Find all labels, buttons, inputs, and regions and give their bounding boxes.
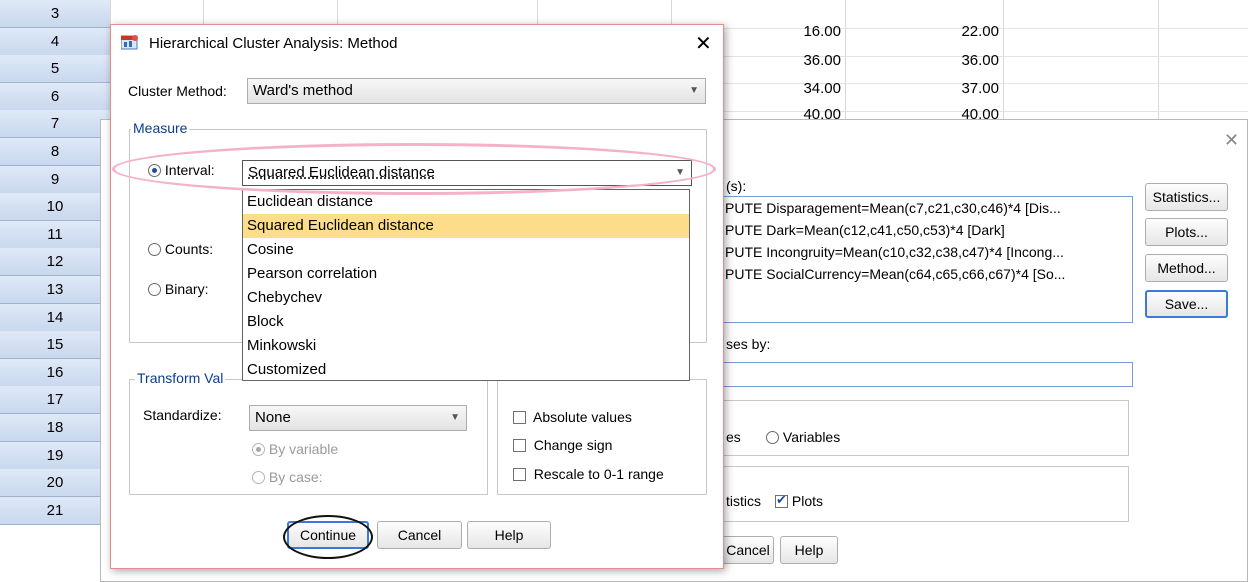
statistics-checkbox-label[interactable]: tistics	[726, 493, 761, 509]
cell-value[interactable]: 36.00	[760, 50, 845, 71]
radio-icon	[252, 443, 265, 456]
cell-value[interactable]: 34.00	[760, 78, 845, 99]
row-header[interactable]: 20	[0, 469, 110, 497]
close-icon[interactable]: ✕	[1224, 130, 1239, 151]
chevron-down-icon: ▼	[450, 412, 460, 423]
row-header[interactable]: 16	[0, 359, 110, 387]
absolute-values-checkbox[interactable]: Absolute values	[513, 409, 632, 425]
label-cases-field[interactable]	[718, 362, 1133, 387]
checkbox-icon	[513, 439, 526, 452]
cell-value[interactable]: 37.00	[918, 78, 1003, 99]
standardize-label: Standardize:	[143, 407, 222, 423]
cell-value[interactable]: 36.00	[918, 50, 1003, 71]
close-icon[interactable]: ✕	[695, 31, 712, 56]
variables-radio[interactable]: Variables	[766, 429, 840, 445]
variables-label: (s):	[726, 178, 747, 194]
label-cases-label: ses by:	[726, 336, 771, 352]
by-case-radio[interactable]: By case:	[252, 469, 323, 485]
row-header[interactable]: 4	[0, 28, 110, 56]
counts-label: Counts:	[164, 241, 214, 257]
method-button[interactable]: Method...	[1145, 254, 1228, 282]
standardize-select[interactable]: None ▼	[249, 405, 467, 431]
counts-radio[interactable]: Counts:	[148, 241, 213, 257]
variables-radio-label: Variables	[782, 429, 841, 445]
row-header[interactable]: 19	[0, 442, 110, 470]
checkbox-icon	[513, 468, 526, 481]
row-header[interactable]: 14	[0, 304, 110, 332]
dropdown-option[interactable]: Customized	[243, 358, 689, 382]
chevron-down-icon: ▼	[689, 85, 699, 96]
method-dialog: Hierarchical Cluster Analysis: Method ✕ …	[110, 24, 724, 569]
rescale-label: Rescale to 0-1 range	[533, 466, 664, 482]
cluster-method-label: Cluster Method:	[128, 83, 227, 99]
binary-label: Binary:	[164, 281, 209, 297]
cell-value[interactable]: 22.00	[918, 21, 1003, 42]
row-header[interactable]: 6	[0, 83, 110, 111]
variables-listbox[interactable]: PUTE Disparagement=Mean(c7,c21,c30,c46)*…	[718, 196, 1133, 323]
by-variable-radio[interactable]: By variable	[252, 441, 338, 457]
rescale-checkbox[interactable]: Rescale to 0-1 range	[513, 466, 664, 482]
radio-icon	[252, 471, 265, 484]
list-item[interactable]: PUTE Dark=Mean(c12,c41,c50,c53)*4 [Dark]	[725, 219, 1132, 241]
standardize-value: None	[255, 409, 291, 426]
highlight-ellipse	[283, 515, 373, 559]
help-button[interactable]: Help	[780, 536, 838, 564]
cancel-button[interactable]: Cancel	[722, 536, 774, 564]
change-sign-label: Change sign	[533, 437, 613, 453]
measure-title: Measure	[131, 120, 190, 136]
row-header[interactable]: 10	[0, 193, 110, 221]
radio-icon	[148, 243, 161, 256]
cell-value[interactable]: 40.00	[918, 104, 1003, 119]
plots-checkbox-label: Plots	[791, 493, 824, 509]
row-header[interactable]: 17	[0, 386, 110, 414]
title-bar: Hierarchical Cluster Analysis: Method ✕	[111, 25, 723, 61]
row-header[interactable]: 11	[0, 221, 110, 249]
dropdown-option[interactable]: Cosine	[243, 238, 689, 262]
cluster-method-select[interactable]: Ward's method ▼	[247, 78, 706, 104]
help-button[interactable]: Help	[467, 521, 551, 549]
list-item[interactable]: PUTE Incongruity=Mean(c10,c32,c38,c47)*4…	[725, 241, 1132, 263]
absolute-values-label: Absolute values	[533, 409, 632, 425]
row-header[interactable]: 15	[0, 331, 110, 359]
radio-icon	[148, 283, 161, 296]
dropdown-option[interactable]: Block	[243, 310, 689, 334]
checkbox-icon	[513, 411, 526, 424]
list-item[interactable]: PUTE SocialCurrency=Mean(c64,c65,c66,c67…	[725, 263, 1132, 285]
change-sign-checkbox[interactable]: Change sign	[513, 437, 612, 453]
dropdown-option[interactable]: Minkowski	[243, 334, 689, 358]
row-header[interactable]: 7	[0, 110, 110, 138]
row-header[interactable]: 9	[0, 166, 110, 194]
transform-values-title: Transform Val	[135, 370, 226, 386]
by-case-label: By case:	[268, 469, 323, 485]
list-item[interactable]: PUTE Disparagement=Mean(c7,c21,c30,c46)*…	[725, 197, 1132, 219]
highlight-ellipse	[112, 143, 716, 195]
row-header[interactable]: 3	[0, 0, 110, 28]
interval-dropdown-list[interactable]: Euclidean distance Squared Euclidean dist…	[242, 189, 690, 381]
row-header[interactable]: 21	[0, 497, 110, 525]
dialog-title: Hierarchical Cluster Analysis: Method	[149, 35, 398, 52]
row-header[interactable]: 13	[0, 276, 110, 304]
binary-radio[interactable]: Binary:	[148, 281, 208, 297]
statistics-button[interactable]: Statistics...	[1145, 183, 1228, 211]
row-header[interactable]: 5	[0, 55, 110, 83]
by-variable-label: By variable	[268, 441, 339, 457]
cases-radio-label[interactable]: es	[726, 429, 741, 445]
dropdown-option[interactable]: Chebychev	[243, 286, 689, 310]
cluster-groupbox	[718, 400, 1129, 456]
cluster-method-value: Ward's method	[253, 82, 353, 99]
row-header[interactable]: 18	[0, 414, 110, 442]
cell-value[interactable]: 16.00	[760, 21, 845, 42]
row-header[interactable]: 12	[0, 248, 110, 276]
cancel-button[interactable]: Cancel	[377, 521, 462, 549]
dropdown-option[interactable]: Squared Euclidean distance	[243, 214, 689, 238]
plots-button[interactable]: Plots...	[1145, 218, 1228, 246]
cell-value[interactable]: 40.00	[760, 104, 845, 119]
row-header[interactable]: 8	[0, 138, 110, 166]
radio-icon	[766, 431, 779, 444]
checkbox-icon	[775, 492, 788, 508]
plots-checkbox[interactable]: Plots	[775, 492, 824, 509]
app-icon	[120, 34, 139, 50]
dropdown-option[interactable]: Pearson correlation	[243, 262, 689, 286]
save-button[interactable]: Save...	[1145, 290, 1228, 318]
